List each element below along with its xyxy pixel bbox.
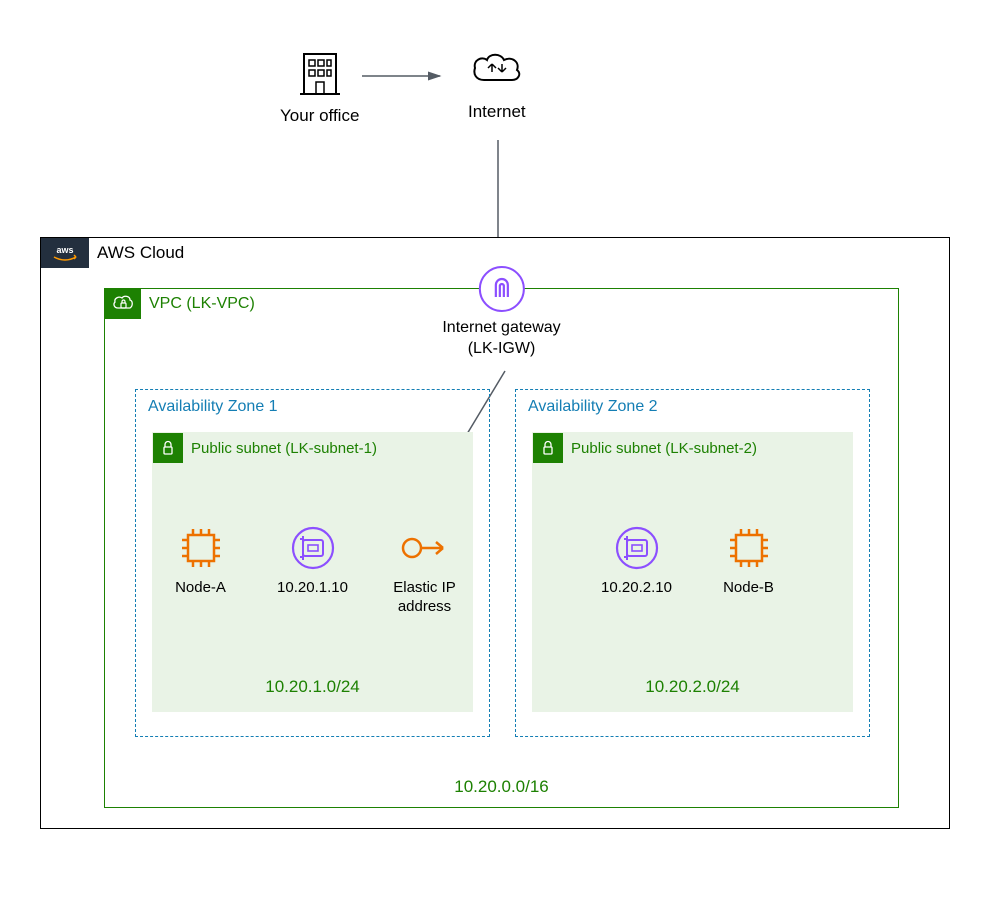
vpc-icon	[105, 289, 141, 319]
availability-zone-1: Availability Zone 1 Public subnet (LK-su…	[135, 389, 490, 737]
vpc-container: VPC (LK-VPC) Internet gateway (LK-IGW)	[104, 288, 899, 808]
aws-cloud-label: AWS Cloud	[97, 243, 184, 263]
internet-label: Internet	[468, 102, 526, 122]
az1-label: Availability Zone 1	[136, 390, 489, 424]
ec2-icon	[726, 525, 772, 571]
igw-icon	[478, 266, 524, 312]
eip-label: Elastic IPaddress	[393, 579, 456, 617]
instance-node-a: Node-A	[159, 525, 243, 617]
vpc-label: VPC (LK-VPC)	[149, 295, 255, 313]
office-icon: Your office	[280, 50, 359, 126]
subnet-icon	[533, 433, 563, 463]
ec2-icon	[178, 525, 224, 571]
az2-label: Availability Zone 2	[516, 390, 869, 424]
aws-cloud-container: aws AWS Cloud VPC (LK-VPC)	[40, 237, 950, 829]
eni-icon	[614, 525, 660, 571]
office-label: Your office	[280, 106, 359, 126]
arrow-office-internet	[360, 68, 450, 84]
eni2-ip: 10.20.2.10	[601, 579, 672, 598]
node-b-label: Node-B	[723, 579, 774, 598]
eni-2: 10.20.2.10	[595, 525, 679, 598]
internet-icon: Internet	[468, 50, 526, 122]
elastic-ip: Elastic IPaddress	[383, 525, 467, 617]
eni-1: 10.20.1.10	[271, 525, 355, 617]
eni-icon	[290, 525, 336, 571]
instance-node-b: Node-B	[707, 525, 791, 598]
subnet2-cidr: 10.20.2.0/24	[533, 677, 852, 697]
igw-label: Internet gateway (LK-IGW)	[442, 318, 560, 360]
svg-text:aws: aws	[56, 245, 73, 255]
subnet1-label: Public subnet (LK-subnet-1)	[191, 440, 377, 457]
subnet1-cidr: 10.20.1.0/24	[153, 677, 472, 697]
availability-zone-2: Availability Zone 2 Public subnet (LK-su…	[515, 389, 870, 737]
node-a-label: Node-A	[175, 579, 226, 598]
subnet-icon	[153, 433, 183, 463]
subnet-2: Public subnet (LK-subnet-2)	[532, 432, 853, 712]
eni1-ip: 10.20.1.10	[277, 579, 348, 598]
eip-icon	[399, 525, 451, 571]
subnet2-label: Public subnet (LK-subnet-2)	[571, 440, 757, 457]
aws-logo-icon: aws	[41, 238, 89, 268]
vpc-cidr: 10.20.0.0/16	[105, 777, 898, 797]
internet-gateway: Internet gateway (LK-IGW)	[442, 266, 560, 360]
subnet-1: Public subnet (LK-subnet-1)	[152, 432, 473, 712]
